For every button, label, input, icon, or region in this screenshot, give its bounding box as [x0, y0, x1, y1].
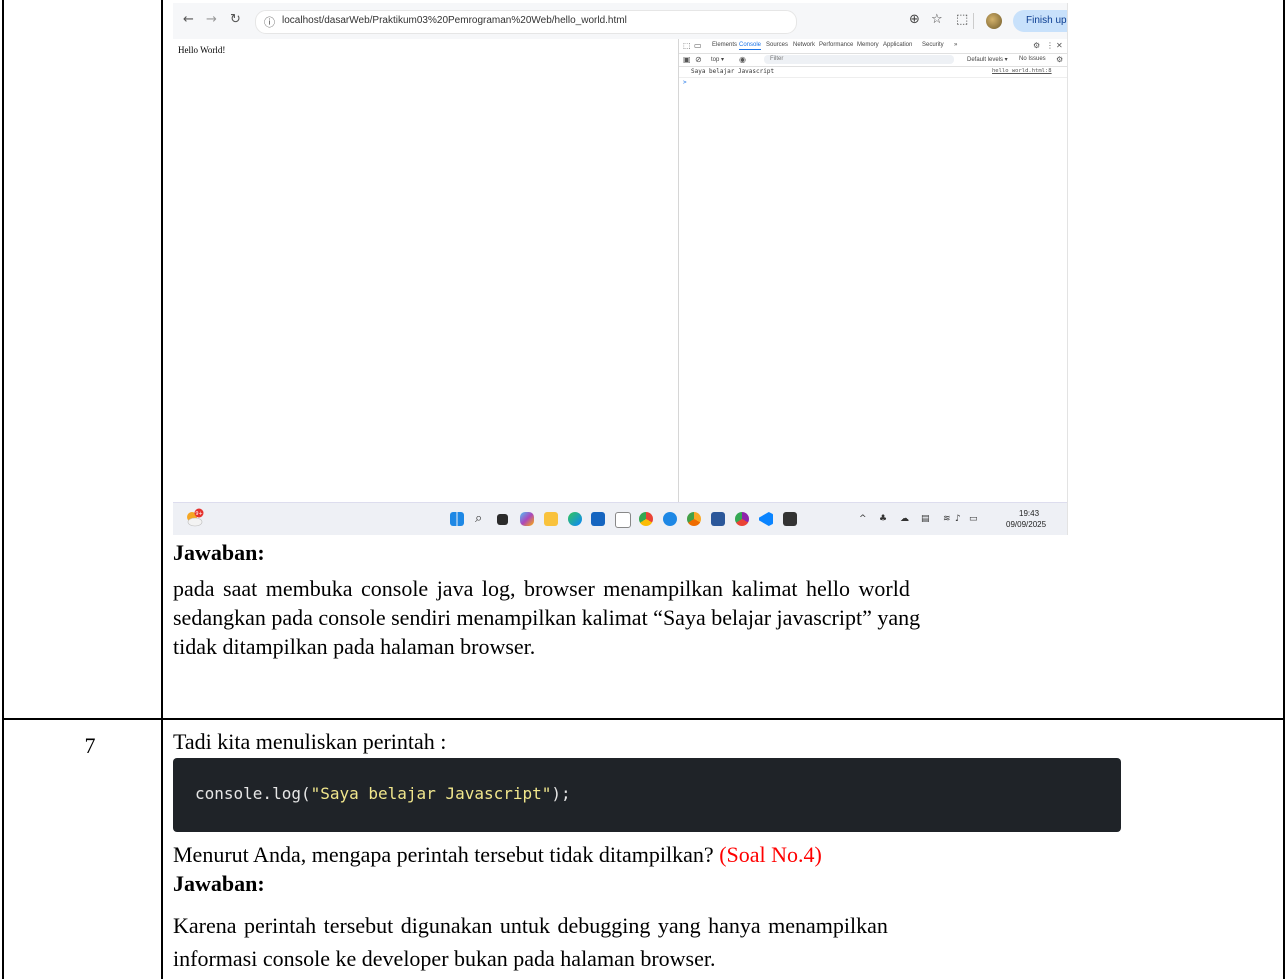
question-text-line: Menurut Anda, mengapa perintah tersebut …: [173, 842, 822, 868]
page-viewport: Hello World!: [173, 39, 678, 502]
app-icon[interactable]: [663, 512, 677, 526]
console-log-entry: Saya belajar Javascript hello_world.html…: [679, 67, 1067, 78]
vscode-icon[interactable]: [759, 512, 773, 526]
table-divider: [161, 0, 163, 979]
url-text: localhost/dasarWeb/Praktikum03%20Pemrogr…: [282, 15, 627, 26]
question-reference: (Soal No.4): [719, 842, 822, 867]
extensions-icon[interactable]: ⬚: [956, 12, 968, 27]
console-filter-input[interactable]: Filter: [764, 55, 954, 64]
tab-elements[interactable]: Elements: [712, 42, 737, 48]
sidebar-toggle-icon[interactable]: ▣: [683, 55, 691, 64]
more-options-icon[interactable]: ⋮: [1046, 41, 1054, 50]
table-border-left: [2, 0, 4, 979]
site-info-icon[interactable]: ⓘ: [264, 14, 275, 30]
settings-gear-icon[interactable]: ⚙: [1033, 41, 1040, 50]
forward-icon[interactable]: →: [206, 12, 217, 27]
question-text: Menurut Anda, mengapa perintah tersebut …: [173, 842, 714, 867]
terminal-icon[interactable]: [783, 512, 797, 526]
more-tabs-button[interactable]: »: [954, 42, 957, 48]
inspect-icon[interactable]: ⬚: [683, 41, 691, 50]
tab-sources[interactable]: Sources: [766, 42, 788, 48]
code-line: console.log("Saya belajar Javascript");: [195, 784, 571, 803]
answer-line: informasi console ke developer bukan pad…: [173, 946, 716, 971]
answer-line: pada saat membuka console java log, brow…: [173, 576, 910, 601]
row-number: 7: [84, 733, 96, 758]
answer-line: sedangkan pada console sendiri menampilk…: [173, 605, 921, 630]
code-prefix: console.log(: [195, 784, 311, 803]
browser-screenshot: ← → ↻ ⓘ localhost/dasarWeb/Praktikum03%2…: [173, 3, 1068, 535]
answer-line: tidak ditampilkan pada halaman browser.: [173, 634, 536, 659]
file-explorer-icon[interactable]: [544, 512, 558, 526]
issues-counter[interactable]: No Issues: [1019, 56, 1046, 62]
reload-icon[interactable]: ↻: [230, 12, 241, 27]
tab-console[interactable]: Console: [739, 42, 762, 50]
tab-performance[interactable]: Performance: [819, 42, 853, 48]
question-intro: Tadi kita menuliskan perintah :: [173, 729, 447, 754]
chrome-icon[interactable]: [639, 512, 653, 526]
tab-network[interactable]: Network: [793, 42, 815, 48]
zoom-icon[interactable]: ⊕: [909, 12, 920, 27]
tab-memory[interactable]: Memory: [857, 42, 879, 48]
answer-line: Karena perintah tersebut digunakan untuk…: [173, 913, 888, 938]
log-message: Saya belajar Javascript: [691, 68, 775, 75]
filter-placeholder: Filter: [770, 56, 784, 62]
tab-application[interactable]: Application: [883, 42, 912, 48]
copilot-icon[interactable]: [520, 512, 534, 526]
clock-date[interactable]: 09/09/2025: [1006, 520, 1046, 529]
console-toolbar: ▣ ⊘ top ▾ ◉ Filter Default levels ▾ No I…: [679, 54, 1067, 67]
console-settings-icon[interactable]: ⚙: [1056, 55, 1063, 64]
address-bar[interactable]: ⓘ localhost/dasarWeb/Praktikum03%20Pemro…: [255, 10, 797, 34]
edge-icon[interactable]: [568, 512, 582, 526]
search-icon[interactable]: ⌕: [475, 511, 482, 526]
live-expression-eye-icon[interactable]: ◉: [739, 55, 746, 64]
word-icon[interactable]: [711, 512, 725, 526]
windows-start-icon[interactable]: [450, 512, 464, 526]
console-prompt[interactable]: >: [683, 79, 687, 86]
finish-update-label: Finish update: [1026, 15, 1067, 26]
code-string: "Saya belajar Javascript": [310, 784, 552, 803]
close-icon[interactable]: ✕: [1056, 41, 1063, 50]
battery-icon[interactable]: ▭: [969, 514, 978, 524]
answer-heading: Jawaban:: [173, 871, 265, 896]
bookmark-star-icon[interactable]: ☆: [931, 12, 943, 27]
windows-taskbar: 9+ ⌕ ^ ♣ ☁ ▤ ≋ ♪ ▭ 19:43 09/09/2025: [173, 502, 1067, 535]
context-selector[interactable]: top ▾: [711, 56, 724, 63]
devtools-tabbar: ⬚ ▭ Elements Console Sources Network Per…: [679, 39, 1067, 54]
clear-console-icon[interactable]: ⊘: [695, 55, 702, 64]
table-border-right: [1283, 0, 1285, 979]
volume-icon[interactable]: ♪: [955, 514, 961, 524]
tray-app-icon[interactable]: ♣: [879, 514, 887, 524]
onedrive-icon[interactable]: ☁: [900, 514, 909, 524]
store-icon[interactable]: [591, 512, 605, 526]
hello-world-text: Hello World!: [178, 45, 226, 55]
code-block: console.log("Saya belajar Javascript");: [173, 758, 1121, 832]
chrome-dev-icon[interactable]: [735, 512, 749, 526]
wifi-icon[interactable]: ≋: [943, 514, 951, 524]
finish-update-button[interactable]: Finish update ⋮: [1013, 10, 1067, 32]
weather-widget-icon[interactable]: 9+: [184, 508, 204, 528]
code-suffix: );: [551, 784, 571, 803]
browser-toolbar: ← → ↻ ⓘ localhost/dasarWeb/Praktikum03%2…: [173, 3, 1067, 39]
toolbar-divider: [973, 13, 974, 29]
chevron-up-icon[interactable]: ^: [859, 514, 867, 524]
chrome-canary-icon[interactable]: [687, 512, 701, 526]
document-page: 7 ← → ↻ ⓘ localhost/dasarWeb/Praktikum03…: [0, 0, 1286, 979]
amazon-icon[interactable]: [615, 512, 631, 528]
profile-avatar[interactable]: [986, 13, 1002, 29]
back-icon[interactable]: ←: [183, 12, 194, 27]
devtools-panel: ⬚ ▭ Elements Console Sources Network Per…: [678, 39, 1067, 502]
device-toggle-icon[interactable]: ▭: [694, 41, 702, 50]
log-source-link[interactable]: hello_world.html:8: [992, 68, 1052, 74]
row-separator: [2, 718, 1285, 720]
clock-time[interactable]: 19:43: [1019, 509, 1039, 518]
weather-badge: 9+: [195, 511, 202, 517]
tab-security[interactable]: Security: [922, 42, 944, 48]
log-levels-dropdown[interactable]: Default levels ▾: [967, 56, 1008, 63]
task-view-icon[interactable]: [497, 514, 508, 525]
tray-chat-icon[interactable]: ▤: [921, 514, 930, 524]
answer-heading: Jawaban:: [173, 540, 265, 565]
